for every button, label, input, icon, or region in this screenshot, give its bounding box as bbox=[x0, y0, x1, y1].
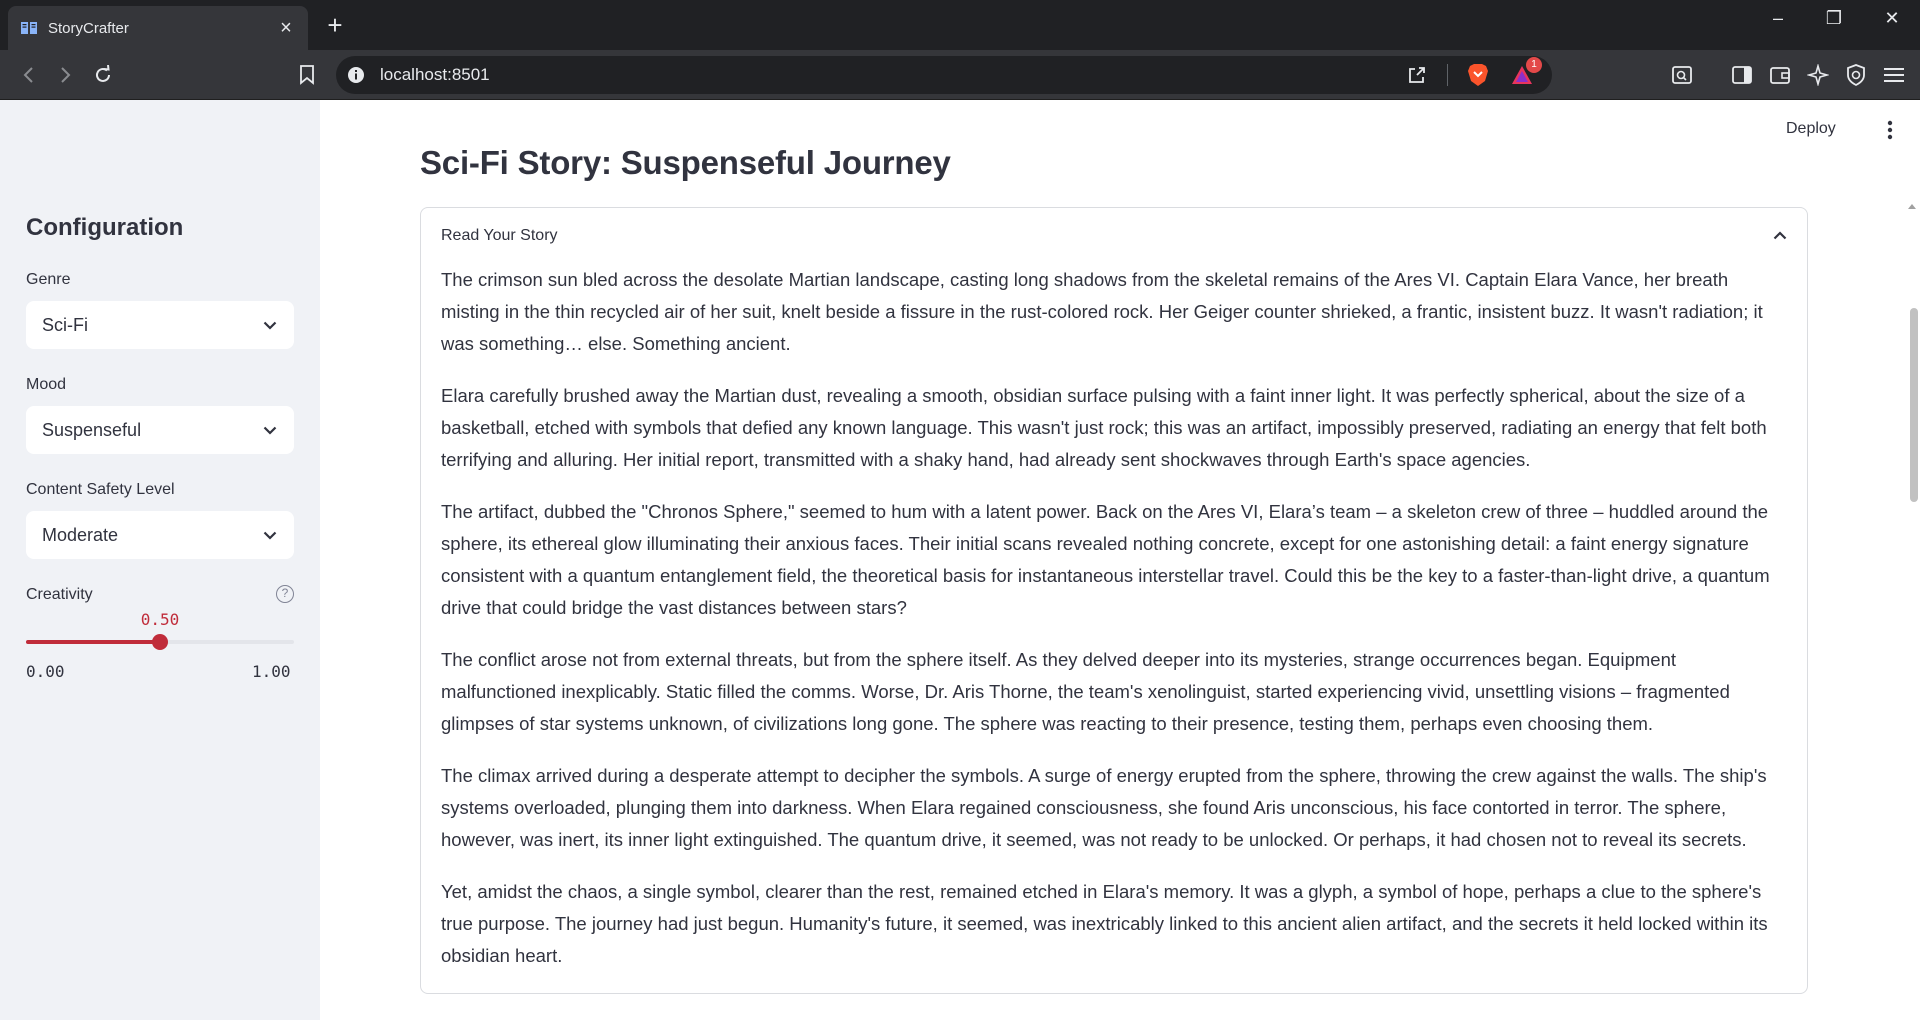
creativity-slider-min: 0.00 bbox=[26, 662, 65, 681]
creativity-slider-max: 1.00 bbox=[252, 662, 291, 681]
page-title: Sci-Fi Story: Suspenseful Journey bbox=[420, 144, 951, 181]
story-paragraph: The conflict arose not from external thr… bbox=[441, 649, 1730, 734]
sidebar-icon[interactable] bbox=[1728, 61, 1756, 89]
tab-title: StoryCrafter bbox=[48, 19, 129, 37]
sidebar-title: Configuration bbox=[26, 214, 184, 241]
browser-tab[interactable]: StoryCrafter × bbox=[8, 6, 308, 50]
browser-toolbar: localhost:8501 1 bbox=[0, 50, 1920, 100]
mood-value: Suspenseful bbox=[42, 419, 142, 440]
vpn-shield-icon[interactable] bbox=[1842, 61, 1870, 89]
chevron-up-icon bbox=[1773, 227, 1787, 245]
leo-ai-icon[interactable] bbox=[1804, 61, 1832, 89]
sidebar: Configuration Genre Sci-Fi Mood Suspense… bbox=[0, 100, 320, 1020]
creativity-slider-value: 0.50 bbox=[140, 610, 180, 629]
chevron-down-icon bbox=[262, 422, 278, 438]
brave-rewards-icon[interactable]: 1 bbox=[1508, 57, 1542, 89]
brave-lion-icon[interactable] bbox=[1464, 61, 1492, 89]
story-paragraph: Elara carefully brushed away the Martian… bbox=[441, 385, 1767, 470]
book-icon bbox=[20, 19, 38, 37]
chevron-down-icon bbox=[262, 317, 278, 333]
screenshot-icon[interactable] bbox=[1668, 61, 1696, 89]
mood-label: Mood bbox=[26, 376, 67, 393]
minimize-icon[interactable]: – bbox=[1758, 8, 1798, 29]
creativity-slider[interactable] bbox=[26, 634, 294, 650]
genre-select[interactable]: Sci-Fi bbox=[26, 301, 294, 349]
window-close-icon[interactable]: ✕ bbox=[1872, 8, 1912, 29]
safety-select[interactable]: Moderate bbox=[26, 511, 294, 559]
close-icon[interactable]: × bbox=[276, 17, 296, 40]
page-scrollbar[interactable] bbox=[1910, 308, 1918, 502]
mood-select[interactable]: Suspenseful bbox=[26, 406, 294, 454]
kebab-icon[interactable] bbox=[1882, 118, 1898, 142]
scroll-up-icon[interactable] bbox=[1908, 204, 1916, 209]
plus-icon[interactable]: + bbox=[320, 10, 350, 41]
safety-label: Content Safety Level bbox=[26, 481, 175, 498]
omnibox-divider bbox=[1447, 64, 1448, 86]
rewards-badge: 1 bbox=[1526, 57, 1542, 73]
forward-icon[interactable] bbox=[50, 60, 80, 90]
story-paragraph: Yet, amidst the chaos, a single symbol, … bbox=[441, 881, 1768, 966]
creativity-slider-fill bbox=[26, 640, 160, 644]
menu-icon[interactable] bbox=[1880, 61, 1908, 89]
expander-header[interactable]: Read Your Story bbox=[421, 208, 1807, 264]
story-paragraph: The artifact, dubbed the "Chronos Sphere… bbox=[441, 501, 1770, 618]
share-icon[interactable] bbox=[1403, 61, 1431, 89]
creativity-label: Creativity bbox=[26, 586, 93, 603]
genre-label: Genre bbox=[26, 271, 71, 288]
info-icon[interactable] bbox=[346, 65, 366, 85]
story-expander: Read Your Story The crimson sun bled acr… bbox=[420, 207, 1808, 994]
browser-titlebar: StoryCrafter × + – ❐ ✕ bbox=[0, 0, 1920, 50]
story-paragraph: The climax arrived during a desperate at… bbox=[441, 765, 1767, 850]
back-icon[interactable] bbox=[14, 60, 44, 90]
restore-icon[interactable]: ❐ bbox=[1814, 8, 1854, 29]
story-paragraph: The crimson sun bled across the desolate… bbox=[441, 269, 1763, 354]
expander-label: Read Your Story bbox=[441, 227, 558, 244]
url-text[interactable]: localhost:8501 bbox=[380, 65, 1403, 85]
chevron-down-icon bbox=[262, 527, 278, 543]
genre-value: Sci-Fi bbox=[42, 314, 88, 335]
streamlit-app: Configuration Genre Sci-Fi Mood Suspense… bbox=[0, 100, 1920, 1020]
address-bar[interactable]: localhost:8501 1 bbox=[336, 56, 1552, 94]
reload-icon[interactable] bbox=[88, 60, 118, 90]
wallet-icon[interactable] bbox=[1766, 61, 1794, 89]
deploy-button[interactable]: Deploy bbox=[1786, 120, 1836, 138]
safety-value: Moderate bbox=[42, 524, 119, 545]
bookmark-icon[interactable] bbox=[292, 60, 322, 90]
main-content: Deploy Sci-Fi Story: Suspenseful Journey… bbox=[320, 100, 1920, 1020]
creativity-slider-thumb[interactable] bbox=[152, 634, 168, 650]
story-text: The crimson sun bled across the desolate… bbox=[421, 264, 1807, 972]
help-icon[interactable]: ? bbox=[276, 585, 294, 603]
